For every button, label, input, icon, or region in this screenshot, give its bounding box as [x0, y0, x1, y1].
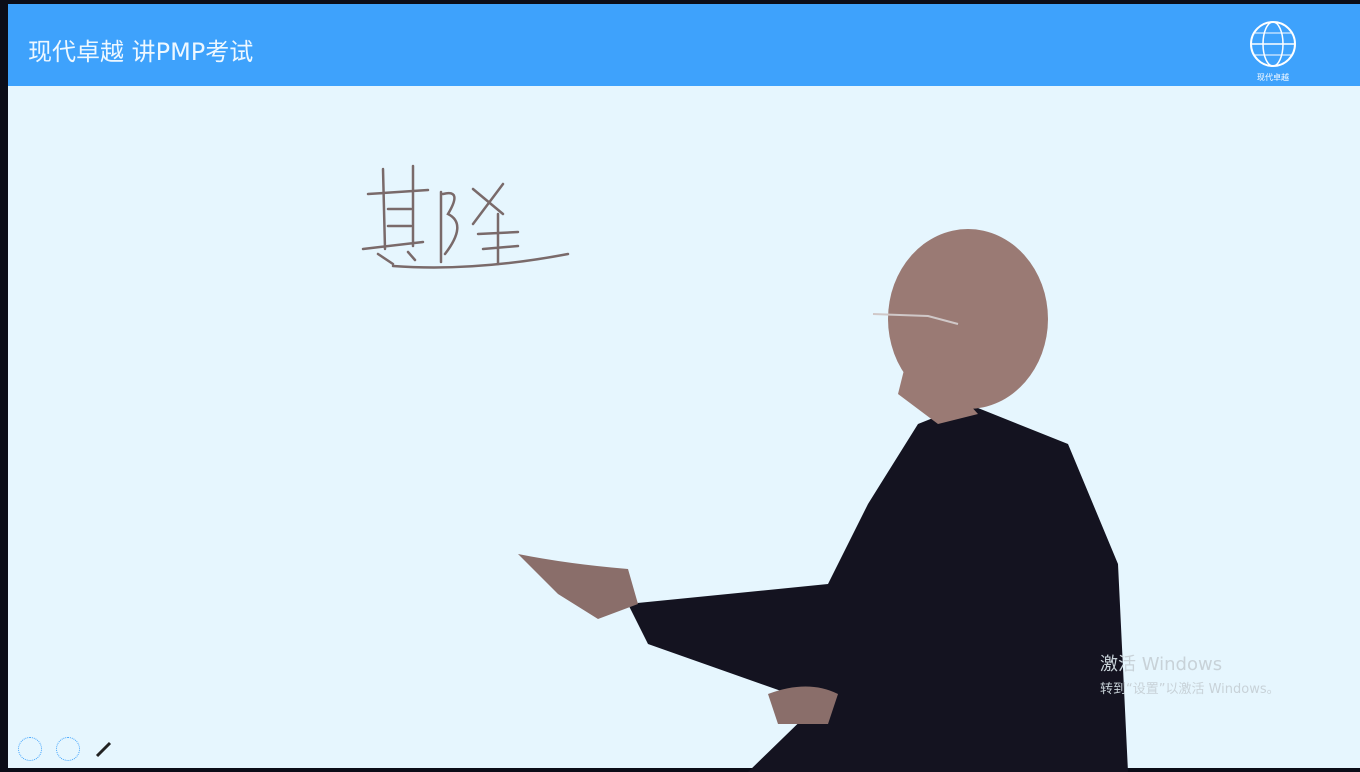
globe-logo-icon: 现代卓越	[1250, 21, 1296, 82]
pen-icon[interactable]	[94, 739, 114, 759]
prev-icon[interactable]	[18, 737, 42, 761]
next-icon[interactable]	[56, 737, 80, 761]
lecturer-video	[518, 229, 1128, 772]
slide-controls	[18, 734, 114, 764]
slide-title: 现代卓越 讲PMP考试	[28, 38, 254, 66]
windows-activation-hint: 转到“设置”以激活 Windows。	[1100, 682, 1280, 697]
slide-header: 现代卓越 讲PMP考试 现代卓越	[8, 4, 1360, 86]
slide: 现代卓越 讲PMP考试 现代卓越 激活 Windows 转到“设置”以激活 Wi…	[8, 4, 1360, 772]
windows-activation-title: 激活 Windows	[1100, 654, 1223, 675]
svg-text:现代卓越: 现代卓越	[1257, 72, 1289, 82]
